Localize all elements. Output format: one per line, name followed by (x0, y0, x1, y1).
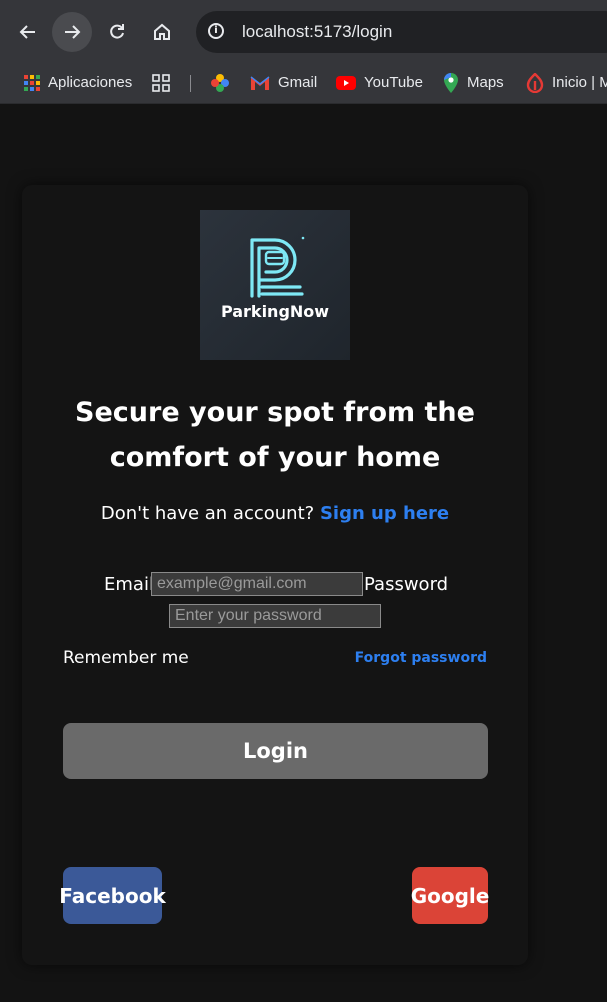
home-button[interactable] (142, 12, 182, 52)
email-label: Email (104, 574, 154, 595)
bookmark-youtube[interactable]: YouTube (336, 62, 423, 103)
google-button[interactable]: Google (411, 867, 489, 924)
signup-question: Don't have an account? (100, 503, 315, 524)
address-bar[interactable]: i localhost:5173/login (196, 11, 607, 53)
home-icon (154, 23, 170, 40)
bookmark-label: Inicio | M (552, 74, 607, 91)
forgot-password-link[interactable]: Forgot password (355, 650, 487, 666)
bookmarks-separator (190, 75, 191, 92)
url-text: localhost:5173/login (242, 22, 393, 41)
bookmark-gmail[interactable]: Gmail (250, 62, 317, 103)
parkingnow-logo: ParkingNow (200, 210, 350, 360)
logo-text: ParkingNow (220, 302, 330, 321)
forward-button[interactable] (52, 12, 92, 52)
bookmark-aplicaciones[interactable]: Aplicaciones (24, 62, 132, 103)
remember-me-label[interactable]: Remember me (63, 648, 189, 668)
password-label: Password (364, 574, 449, 595)
arrow-right-icon (65, 25, 81, 39)
login-button[interactable]: Login (63, 723, 488, 779)
back-button[interactable] (8, 12, 48, 52)
signup-prompt: Don't have an account? Sign up here (40, 503, 510, 524)
bookmark-label: Gmail (278, 74, 318, 91)
tab-groups-button[interactable] (152, 62, 170, 103)
bookmark-label: YouTube (364, 74, 423, 91)
password-field[interactable] (169, 604, 381, 628)
parking-p-icon (250, 236, 305, 298)
email-field[interactable] (151, 572, 363, 596)
bookmark-maps[interactable]: Maps (443, 62, 504, 103)
info-icon[interactable]: i (208, 23, 224, 39)
bookmarks-bar: Aplicaciones Gmail YouTube Maps Inicio |… (0, 62, 607, 104)
reload-icon (110, 24, 124, 39)
inicio-icon (526, 72, 544, 93)
browser-toolbar: i localhost:5173/login (0, 0, 607, 62)
youtube-icon (336, 75, 356, 90)
maps-icon (444, 72, 458, 93)
page-headline: Secure your spot from the comfort of you… (75, 397, 475, 473)
signup-link[interactable]: Sign up here (320, 503, 449, 524)
bookmark-google-photos[interactable] (210, 62, 230, 103)
tab-groups-icon (152, 73, 170, 92)
google-photos-icon (211, 73, 229, 92)
facebook-button[interactable]: Facebook (59, 867, 166, 924)
gmail-icon (250, 75, 270, 90)
bookmark-inicio[interactable]: Inicio | M (526, 62, 607, 103)
bookmark-label: Aplicaciones (48, 74, 133, 91)
arrow-left-icon (19, 25, 35, 39)
bookmark-label: Maps (467, 74, 504, 91)
apps-icon (24, 74, 40, 91)
reload-button[interactable] (97, 12, 137, 52)
